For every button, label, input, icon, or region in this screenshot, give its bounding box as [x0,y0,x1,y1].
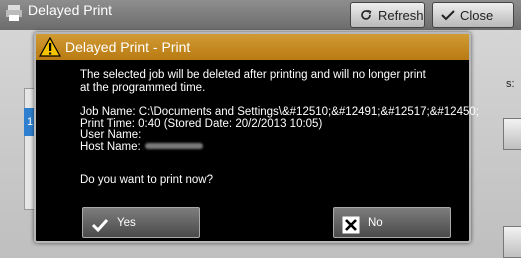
checkmark-icon [91,218,109,232]
dialog-question: Do you want to print now? [80,174,213,186]
no-button[interactable]: No [333,207,451,238]
dialog-title: Delayed Print - Print [65,39,191,55]
dialog-header: Delayed Print - Print [36,34,469,60]
background-right-button-2[interactable] [503,226,521,258]
close-label: Close [460,7,494,23]
background-side-label: s: [506,78,515,90]
close-x-icon [342,216,360,233]
dialog-message: The selected job will be deleted after p… [80,69,426,94]
host-name-redacted [144,143,203,150]
close-button[interactable]: Close [432,2,514,28]
refresh-button[interactable]: Refresh [350,2,425,28]
job-details: Job Name: C:\Documents and Settings\&#12… [80,106,479,154]
warning-icon [39,37,61,57]
host-name-line: Host Name: [80,140,141,153]
background-title: Delayed Print [28,2,113,18]
host-name-row: Host Name: [80,140,465,154]
no-label: No [368,216,383,229]
delayed-print-dialog: Delayed Print - Print The selected job w… [34,32,479,243]
yes-label: Yes [117,216,136,229]
background-right-button-1[interactable] [503,118,521,150]
background-titlebar: Delayed Print Refresh Close [0,0,521,30]
printer-icon [6,5,22,21]
refresh-icon [361,9,372,20]
checkmark-icon [441,10,455,21]
yes-button[interactable]: Yes [82,207,200,238]
refresh-label: Refresh [378,7,424,23]
job-name-line: Job Name: C:\Documents and Settings\&#12… [80,106,479,118]
